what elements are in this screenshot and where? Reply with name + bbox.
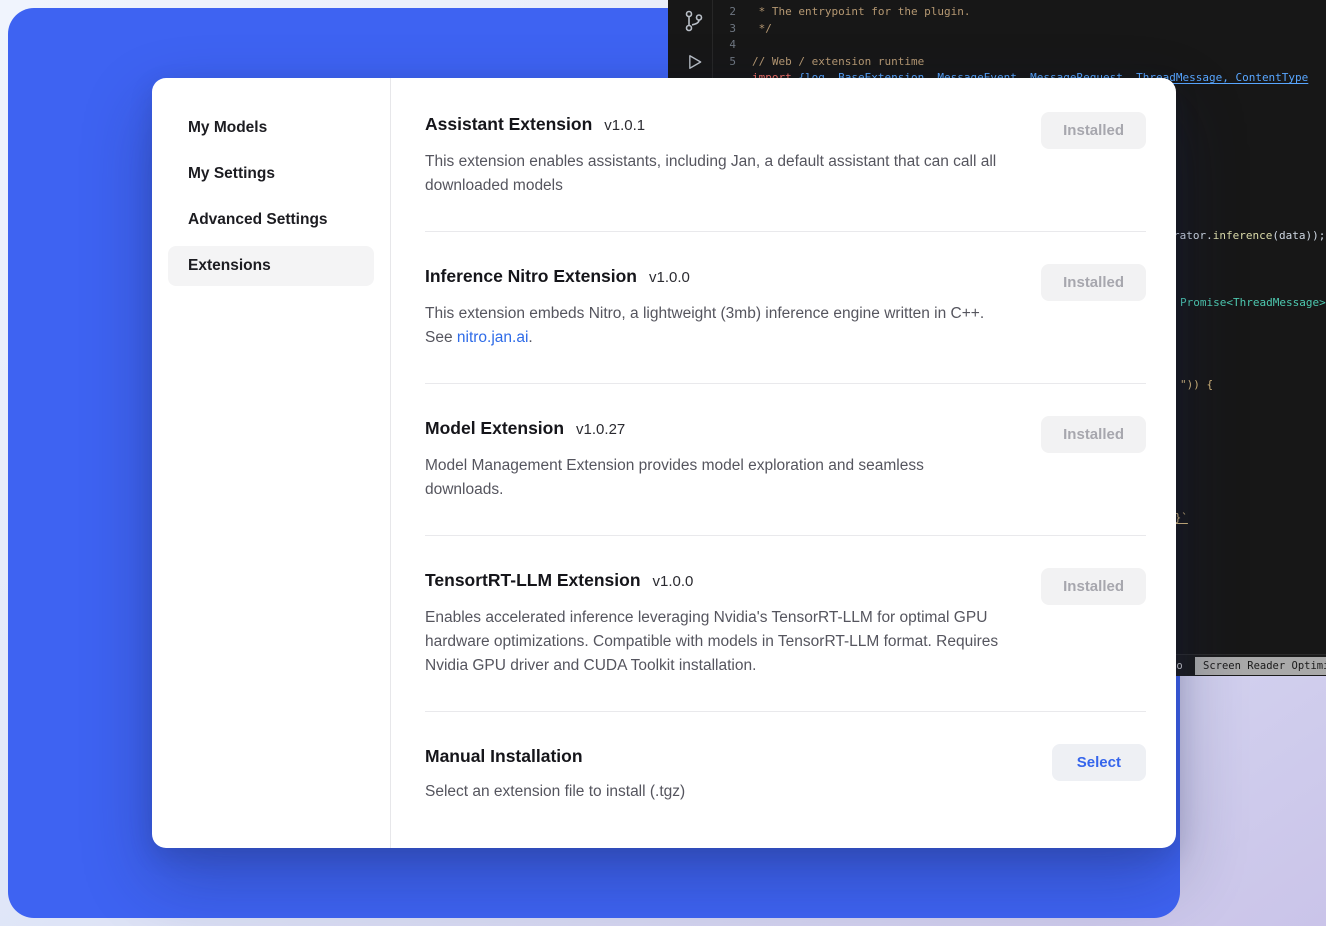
extension-version: v1.0.27 bbox=[576, 418, 625, 442]
code-line: 4 bbox=[716, 37, 1326, 54]
extension-name: Assistant Extension bbox=[425, 112, 592, 136]
extension-description: This extension embeds Nitro, a lightweig… bbox=[425, 302, 1005, 350]
installed-button-assistant[interactable]: Installed bbox=[1041, 112, 1146, 149]
line-number: 3 bbox=[716, 21, 752, 38]
manual-installation-row: Manual Installation Select an extension … bbox=[425, 712, 1146, 837]
manual-installation-title: Manual Installation bbox=[425, 744, 583, 768]
sidebar-item-my-models[interactable]: My Models bbox=[168, 108, 374, 148]
extension-name: TensortRT-LLM Extension bbox=[425, 568, 641, 592]
settings-modal: My Models My Settings Advanced Settings … bbox=[152, 78, 1176, 848]
code-lines: 2 * The entrypoint for the plugin. 3 */ … bbox=[716, 4, 1326, 87]
code-line: 5// Web / extension runtime bbox=[716, 54, 1326, 71]
code-text: */ bbox=[752, 21, 772, 38]
sidebar-item-extensions[interactable]: Extensions bbox=[168, 246, 374, 286]
extension-row-assistant: Assistant Extension v1.0.1 This extensio… bbox=[425, 78, 1146, 232]
run-icon bbox=[684, 51, 704, 76]
editor-icon-column bbox=[676, 8, 712, 76]
extension-name: Inference Nitro Extension bbox=[425, 264, 637, 288]
extension-description: This extension enables assistants, inclu… bbox=[425, 150, 1005, 198]
line-number: 5 bbox=[716, 54, 752, 71]
extension-info: Assistant Extension v1.0.1 This extensio… bbox=[425, 112, 1005, 198]
installed-button-tensorrt[interactable]: Installed bbox=[1041, 568, 1146, 605]
nitro-jan-ai-link[interactable]: nitro.jan.ai bbox=[457, 329, 529, 346]
extension-description: Enables accelerated inference leveraging… bbox=[425, 606, 1005, 678]
manual-installation-info: Manual Installation Select an extension … bbox=[425, 744, 685, 804]
extension-row-tensorrt: TensortRT-LLM Extension v1.0.0 Enables a… bbox=[425, 536, 1146, 712]
git-branch-icon bbox=[682, 8, 706, 37]
extension-row-model: Model Extension v1.0.27 Model Management… bbox=[425, 384, 1146, 536]
installed-button-nitro[interactable]: Installed bbox=[1041, 264, 1146, 301]
code-line: 2 * The entrypoint for the plugin. bbox=[716, 4, 1326, 21]
extension-version: v1.0.1 bbox=[604, 114, 645, 138]
extensions-list: Assistant Extension v1.0.1 This extensio… bbox=[391, 78, 1176, 848]
code-text: // Web / extension runtime bbox=[752, 54, 924, 71]
code-text: * The entrypoint for the plugin. bbox=[752, 4, 971, 21]
code-fragment-string-brace: ")) { bbox=[1180, 378, 1213, 392]
manual-installation-description: Select an extension file to install (.tg… bbox=[425, 780, 685, 804]
extension-info: TensortRT-LLM Extension v1.0.0 Enables a… bbox=[425, 568, 1005, 678]
page-background: 2 * The entrypoint for the plugin. 3 */ … bbox=[0, 0, 1326, 926]
extension-info: Inference Nitro Extension v1.0.0 This ex… bbox=[425, 264, 1005, 350]
sidebar-item-advanced-settings[interactable]: Advanced Settings bbox=[168, 200, 374, 240]
screen-reader-chip: Screen Reader Optimized bbox=[1195, 657, 1326, 675]
code-fragment-inference: rator.inference(data)); bbox=[1173, 229, 1325, 243]
code-fragment-promise: Promise<ThreadMessage> bbox=[1180, 296, 1326, 310]
extension-info: Model Extension v1.0.27 Model Management… bbox=[425, 416, 1005, 502]
extension-description: Model Management Extension provides mode… bbox=[425, 454, 1005, 502]
extension-version: v1.0.0 bbox=[649, 266, 690, 290]
code-line: 3 */ bbox=[716, 21, 1326, 38]
sidebar-item-my-settings[interactable]: My Settings bbox=[168, 154, 374, 194]
extension-row-nitro: Inference Nitro Extension v1.0.0 This ex… bbox=[425, 232, 1146, 384]
extension-version: v1.0.0 bbox=[653, 570, 694, 594]
line-number: 2 bbox=[716, 4, 752, 21]
line-number: 4 bbox=[716, 37, 752, 54]
installed-button-model[interactable]: Installed bbox=[1041, 416, 1146, 453]
settings-sidebar: My Models My Settings Advanced Settings … bbox=[152, 78, 391, 848]
extension-name: Model Extension bbox=[425, 416, 564, 440]
select-extension-file-button[interactable]: Select bbox=[1052, 744, 1146, 781]
